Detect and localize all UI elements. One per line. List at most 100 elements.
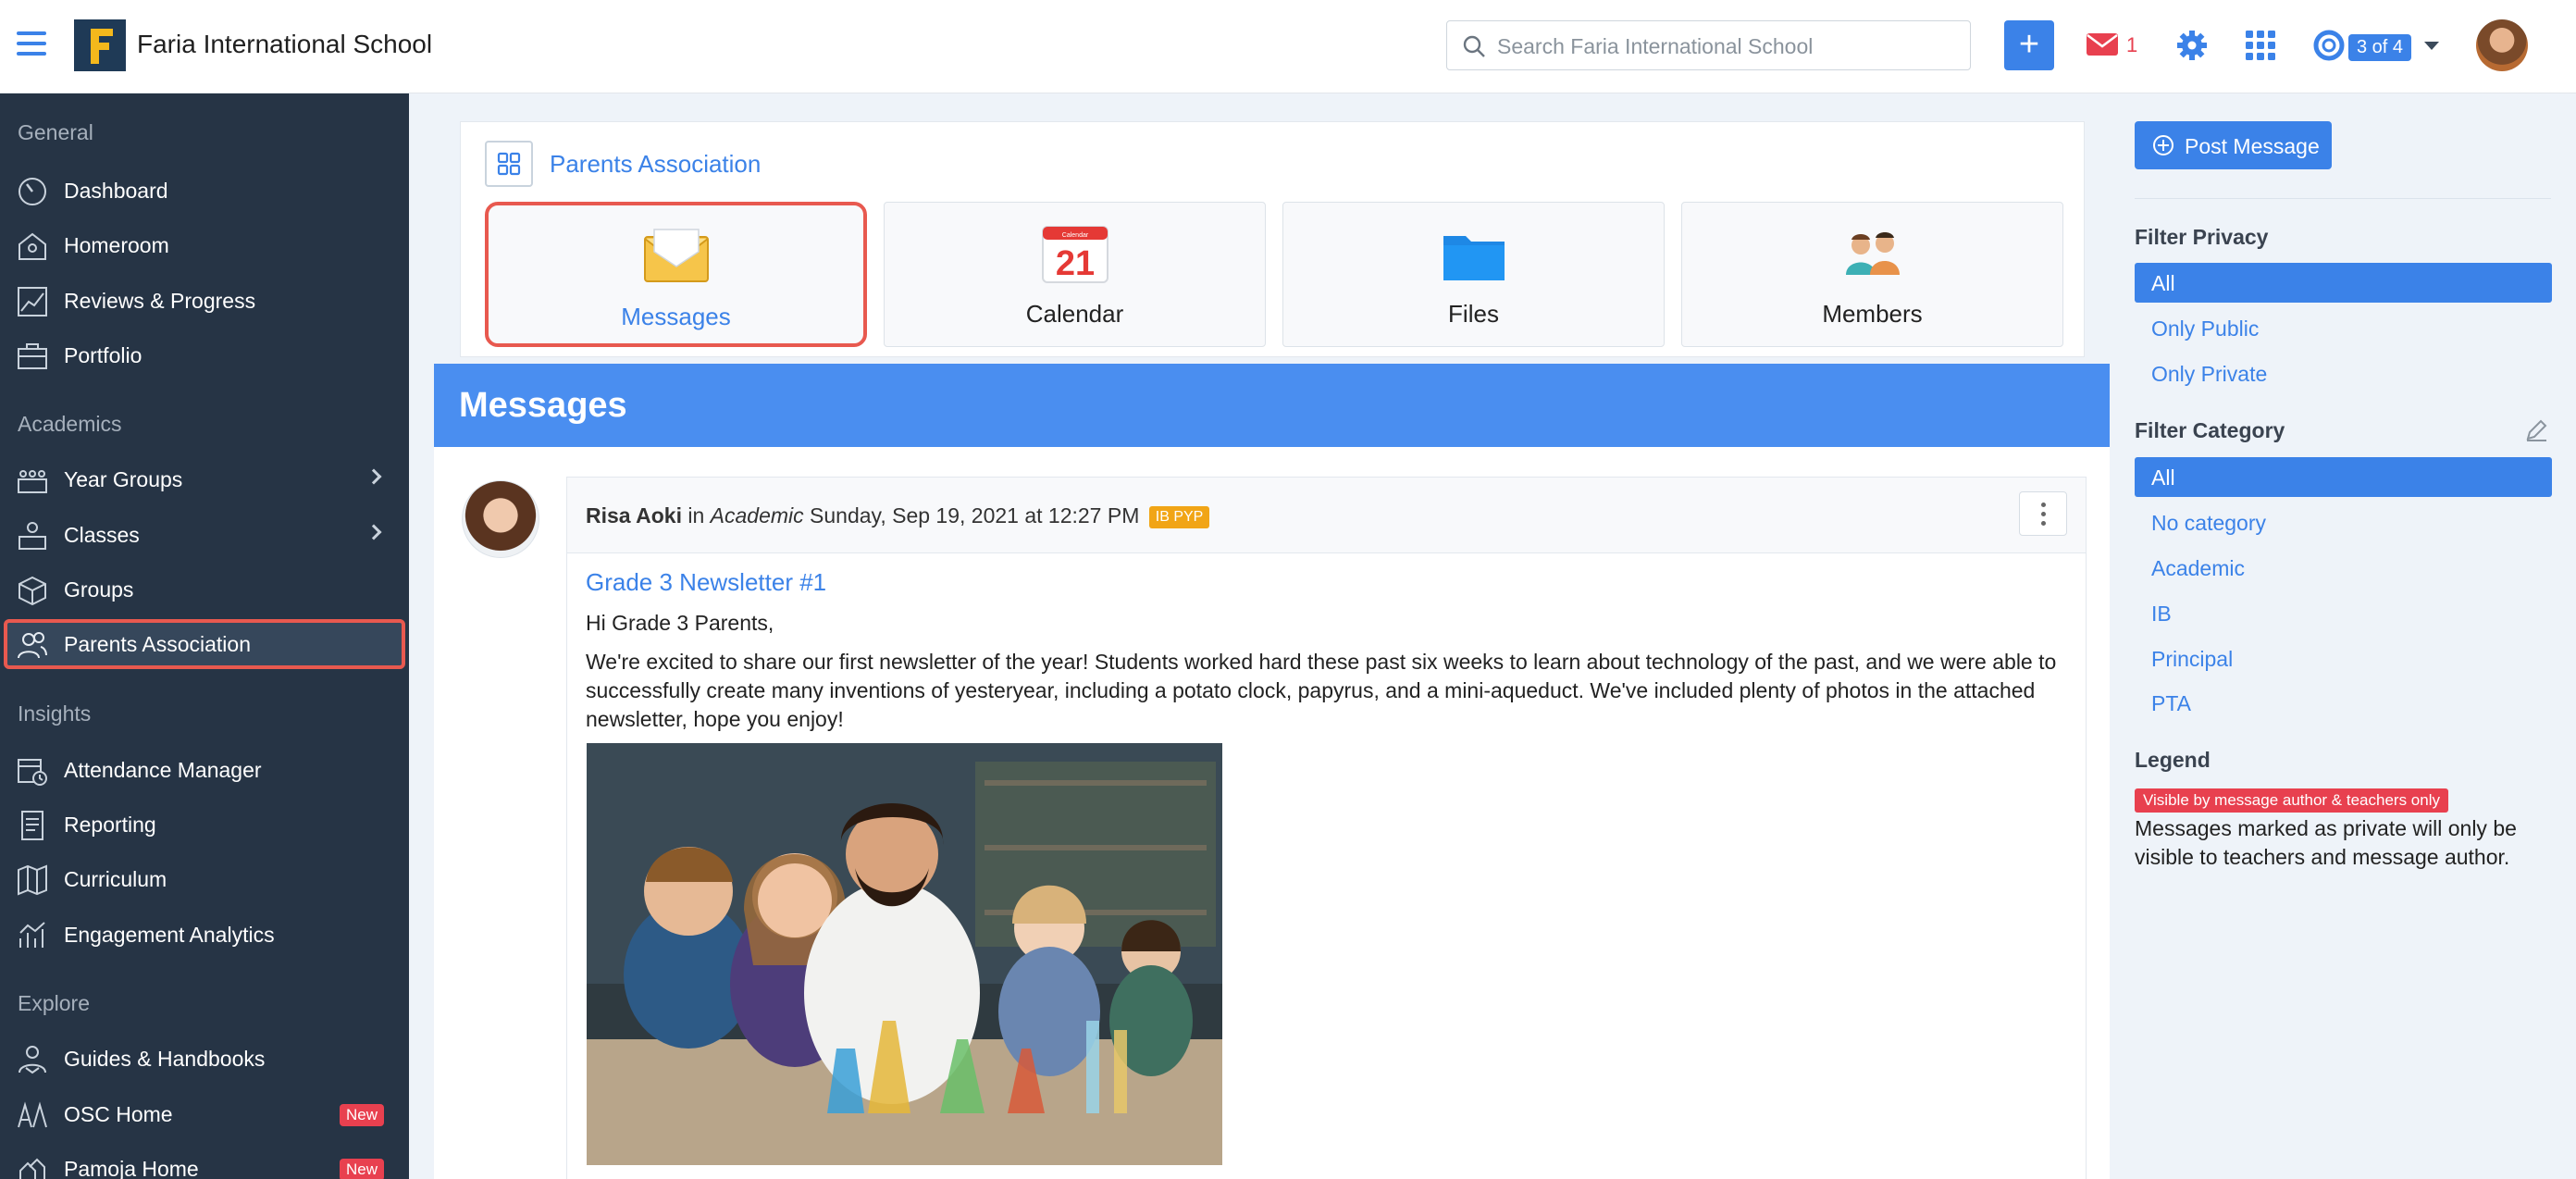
mail-icon[interactable] bbox=[2086, 31, 2119, 57]
tile-label: Calendar bbox=[1025, 300, 1124, 328]
filter-privacy-heading: Filter Privacy bbox=[2135, 225, 2269, 249]
sidebar-item-engagement-analytics[interactable]: Engagement Analytics bbox=[0, 910, 409, 960]
messages-heading: Messages bbox=[459, 386, 627, 425]
privacy-option-all[interactable]: All bbox=[2135, 263, 2552, 303]
private-badge: Visible by message author & teachers onl… bbox=[2135, 788, 2448, 813]
category-option-all[interactable]: All bbox=[2135, 457, 2552, 497]
top-bar: Faria International School Search Faria … bbox=[0, 0, 2576, 93]
sidebar-item-homeroom[interactable]: Homeroom bbox=[0, 220, 409, 270]
dashboard-icon bbox=[19, 178, 46, 205]
sidebar-item-attendance-manager[interactable]: Attendance Manager bbox=[0, 745, 409, 795]
sidebar-item-parents-association[interactable]: Parents Association bbox=[4, 619, 405, 669]
post-body: We're excited to share our first newslet… bbox=[586, 650, 2057, 731]
envelope-icon bbox=[643, 229, 709, 282]
sidebar-item-label: Year Groups bbox=[64, 467, 183, 491]
filter-category-heading: Filter Category bbox=[2135, 418, 2285, 442]
add-button[interactable]: + bbox=[2004, 20, 2054, 70]
osc-icon bbox=[18, 1101, 47, 1128]
sidebar-item-label: Attendance Manager bbox=[64, 758, 262, 782]
homeroom-icon bbox=[19, 232, 46, 260]
group-grid-icon[interactable] bbox=[485, 141, 533, 187]
divider bbox=[2135, 198, 2551, 199]
people-icon bbox=[18, 632, 47, 659]
post-message-button[interactable]: Post Message bbox=[2135, 121, 2332, 169]
search-input[interactable]: Search Faria International School bbox=[1446, 20, 1971, 70]
tab-members[interactable]: Members bbox=[1681, 202, 2063, 347]
calendar-month-text: Calendar bbox=[1061, 232, 1088, 239]
category-option-label: All bbox=[2151, 465, 2175, 490]
school-name[interactable]: Faria International School bbox=[137, 30, 432, 59]
post-author[interactable]: Risa Aoki bbox=[586, 503, 682, 527]
post-category: Academic bbox=[710, 503, 804, 527]
sidebar-item-label: OSC Home bbox=[64, 1102, 173, 1126]
category-option-principal[interactable]: Principal bbox=[2135, 639, 2552, 678]
guides-icon bbox=[19, 1046, 46, 1074]
new-badge: New bbox=[339, 1159, 384, 1179]
user-avatar[interactable] bbox=[2476, 19, 2528, 71]
members-icon bbox=[1845, 232, 1900, 275]
search-placeholder: Search Faria International School bbox=[1497, 34, 1814, 58]
sidebar-item-dashboard[interactable]: Dashboard bbox=[0, 166, 409, 216]
post-greeting: Hi Grade 3 Parents, bbox=[586, 611, 774, 635]
category-option-label: No category bbox=[2151, 511, 2267, 535]
category-option-pta[interactable]: PTA bbox=[2135, 683, 2552, 723]
profile-switch-badge[interactable]: 3 of 4 bbox=[2348, 34, 2412, 61]
sidebar-item-reporting[interactable]: Reporting bbox=[0, 800, 409, 850]
sidebar-item-reviews-progress[interactable]: Reviews & Progress bbox=[0, 276, 409, 326]
sidebar-item-portfolio[interactable]: Portfolio bbox=[0, 330, 409, 380]
map-icon bbox=[18, 864, 47, 896]
sidebar-item-label: Reporting bbox=[64, 813, 156, 837]
sidebar: General Dashboard Homeroom Reviews & Pro… bbox=[0, 93, 409, 1179]
analytics-icon bbox=[19, 922, 45, 948]
privacy-option-only-private[interactable]: Only Private bbox=[2135, 354, 2552, 393]
group-title[interactable]: Parents Association bbox=[550, 150, 761, 179]
tab-messages[interactable]: Messages bbox=[485, 202, 867, 347]
school-logo[interactable] bbox=[74, 19, 126, 71]
sidebar-item-label: Pamoja Home bbox=[64, 1157, 199, 1179]
chart-icon bbox=[18, 287, 47, 316]
sidebar-item-groups[interactable]: Groups bbox=[0, 565, 409, 614]
post-header: Risa Aoki in Academic Sunday, Sep 19, 20… bbox=[567, 478, 2086, 553]
sidebar-item-curriculum[interactable]: Curriculum bbox=[0, 854, 409, 904]
sidebar-item-label: Portfolio bbox=[64, 343, 142, 367]
cube-icon bbox=[19, 576, 46, 606]
privacy-option-label: All bbox=[2151, 271, 2175, 295]
sidebar-item-osc-home[interactable]: OSC Home New bbox=[0, 1089, 409, 1139]
category-option-label: PTA bbox=[2151, 691, 2192, 715]
post-title[interactable]: Grade 3 Newsletter #1 bbox=[586, 568, 826, 597]
sidebar-item-pamoja-home[interactable]: Pamoja Home New bbox=[0, 1144, 409, 1179]
chevron-right-icon[interactable] bbox=[365, 468, 382, 485]
legend-text: Messages marked as private will only be … bbox=[2135, 816, 2517, 869]
category-option-academic[interactable]: Academic bbox=[2135, 548, 2552, 588]
sidebar-item-label: Parents Association bbox=[64, 632, 252, 656]
sidebar-item-classes[interactable]: Classes bbox=[0, 510, 409, 560]
legend-heading: Legend bbox=[2135, 748, 2211, 772]
author-avatar[interactable] bbox=[462, 480, 539, 558]
lifebuoy-icon[interactable] bbox=[2313, 30, 2345, 61]
category-option-no-category[interactable]: No category bbox=[2135, 503, 2552, 542]
new-badge: New bbox=[339, 1104, 384, 1126]
hamburger-menu-icon[interactable] bbox=[17, 31, 46, 61]
chevron-down-icon[interactable] bbox=[2424, 42, 2439, 50]
sidebar-item-label: Guides & Handbooks bbox=[64, 1047, 266, 1071]
tile-label: Files bbox=[1448, 300, 1499, 328]
sidebar-item-guides-handbooks[interactable]: Guides & Handbooks bbox=[0, 1034, 409, 1084]
chevron-right-icon[interactable] bbox=[365, 524, 382, 540]
privacy-option-label: Only Private bbox=[2151, 362, 2268, 386]
sidebar-item-year-groups[interactable]: Year Groups bbox=[0, 454, 409, 504]
briefcase-icon bbox=[18, 343, 47, 369]
privacy-option-label: Only Public bbox=[2151, 316, 2260, 341]
section-explore: Explore bbox=[18, 991, 90, 1015]
sidebar-item-label: Curriculum bbox=[64, 867, 167, 891]
plus-circle-icon bbox=[2153, 135, 2174, 155]
tab-files[interactable]: Files bbox=[1282, 202, 1665, 347]
privacy-option-only-public[interactable]: Only Public bbox=[2135, 308, 2552, 348]
category-option-ib[interactable]: IB bbox=[2135, 593, 2552, 633]
apps-grid-icon[interactable] bbox=[2244, 29, 2277, 62]
pencil-icon[interactable] bbox=[2524, 418, 2548, 442]
mail-count[interactable]: 1 bbox=[2126, 33, 2137, 57]
tab-calendar[interactable]: Calendar 21 Calendar bbox=[884, 202, 1266, 347]
post-photo[interactable] bbox=[587, 743, 1222, 1165]
gear-icon[interactable] bbox=[2175, 29, 2209, 62]
post-options-button[interactable] bbox=[2019, 491, 2067, 536]
